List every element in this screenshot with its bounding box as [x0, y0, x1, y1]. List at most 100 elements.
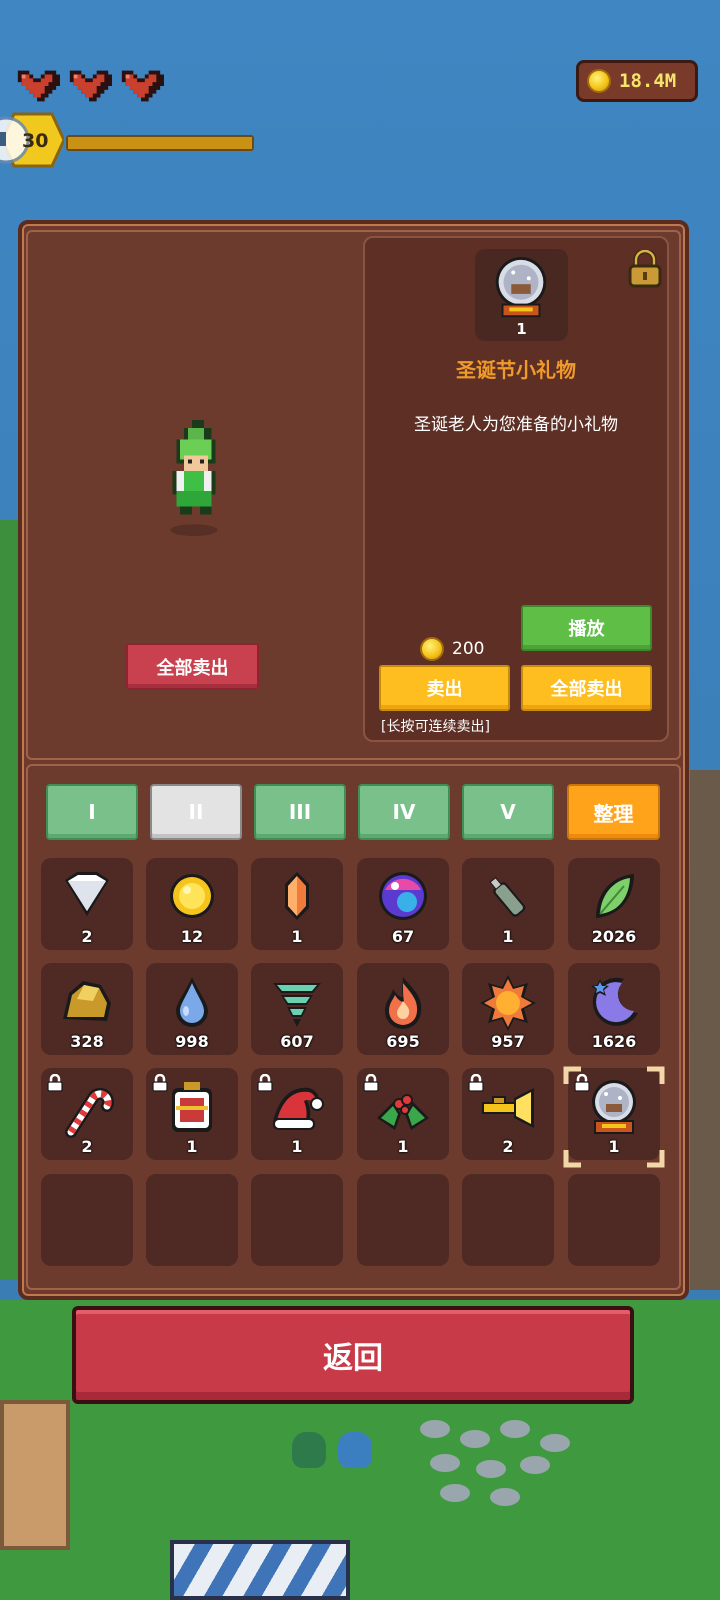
- inventory-slot[interactable]: 2: [462, 1068, 554, 1160]
- candy-cane-icon: [65, 1087, 115, 1138]
- item-count: 1626: [591, 1032, 637, 1051]
- sort-button[interactable]: 整理: [567, 784, 660, 840]
- inventory-slot[interactable]: 1: [462, 858, 554, 950]
- item-count: 1: [608, 1137, 620, 1156]
- santa-hat-icon: [273, 1087, 324, 1130]
- inventory-slot[interactable]: 12: [146, 858, 238, 950]
- heart-icon: [66, 66, 112, 106]
- water-drop-icon: [176, 977, 208, 1027]
- inventory-slot[interactable]: 695: [357, 963, 449, 1055]
- bottle-icon: [489, 877, 526, 917]
- lantern-icon: [172, 1082, 212, 1132]
- green-creature: [292, 1432, 326, 1468]
- inventory-slot[interactable]: 1: [568, 1068, 660, 1160]
- lock-icon: [363, 1074, 379, 1092]
- diamond-icon: [65, 872, 109, 916]
- empty-inventory-slot[interactable]: [462, 1174, 554, 1266]
- health-hearts: [14, 66, 164, 106]
- sell-all-button[interactable]: 全部卖出: [521, 665, 652, 711]
- building-right: [690, 770, 720, 1290]
- trumpet-icon: [482, 1088, 534, 1128]
- inventory-slot[interactable]: 1: [251, 1068, 343, 1160]
- item-count: 607: [280, 1032, 314, 1051]
- empty-inventory-slot[interactable]: [568, 1174, 660, 1266]
- inventory-slot[interactable]: 1: [251, 858, 343, 950]
- inventory-slot[interactable]: 1: [146, 1068, 238, 1160]
- moon-icon: [591, 977, 638, 1026]
- lock-icon[interactable]: [628, 250, 662, 288]
- item-count: 1: [397, 1137, 409, 1156]
- item-count: 695: [386, 1032, 420, 1051]
- inventory-slot[interactable]: 998: [146, 963, 238, 1055]
- inventory-slot[interactable]: 1626: [568, 963, 660, 1055]
- item-count: 2: [502, 1137, 514, 1156]
- tab-iii[interactable]: III: [254, 784, 346, 840]
- lock-icon: [468, 1074, 484, 1092]
- gold-ore-icon: [63, 981, 111, 1021]
- lock-icon: [257, 1074, 273, 1092]
- sell-button[interactable]: 卖出: [379, 665, 510, 711]
- empty-inventory-slot[interactable]: [357, 1174, 449, 1266]
- rainbow-orb-icon: [379, 872, 427, 920]
- inventory-slot[interactable]: 67: [357, 858, 449, 950]
- item-title: 圣诞节小礼物: [456, 358, 576, 382]
- heart-icon: [118, 66, 164, 106]
- inventory-slot[interactable]: 957: [462, 963, 554, 1055]
- gold-coin-icon: [420, 637, 444, 661]
- empty-inventory-slot[interactable]: [251, 1174, 343, 1266]
- lock-icon: [47, 1074, 63, 1092]
- dirt-path: [0, 1400, 70, 1550]
- detail-item-count: 1: [516, 320, 527, 338]
- xp-fill: [68, 137, 252, 149]
- inventory-slot[interactable]: 607: [251, 963, 343, 1055]
- sell-all-button-left[interactable]: 全部卖出: [126, 643, 259, 690]
- inventory-slot[interactable]: 1: [357, 1068, 449, 1160]
- item-count: 12: [180, 927, 204, 946]
- inventory-slot[interactable]: 2: [41, 858, 133, 950]
- item-count: 2: [81, 927, 93, 946]
- price-value: 200: [452, 639, 485, 659]
- empty-inventory-slot[interactable]: [41, 1174, 133, 1266]
- item-count: 1: [502, 927, 514, 946]
- item-count: 2: [81, 1137, 93, 1156]
- item-count: 998: [175, 1032, 209, 1051]
- tornado-icon: [273, 983, 321, 1027]
- item-price: 200: [420, 637, 484, 661]
- snow-globe-icon: [592, 1080, 636, 1134]
- gold-coin-icon: [170, 874, 214, 918]
- item-count: 1: [186, 1137, 198, 1156]
- item-description: 圣诞老人为您准备的小礼物: [414, 415, 618, 435]
- back-button[interactable]: 返回: [72, 1306, 634, 1404]
- gold-amount: 18.4M: [619, 70, 677, 92]
- sun-icon: [480, 975, 536, 1031]
- inventory-slot[interactable]: 2026: [568, 858, 660, 950]
- item-count: 67: [391, 927, 415, 946]
- holly-icon: [377, 1094, 429, 1130]
- empty-inventory-slot[interactable]: [146, 1174, 238, 1266]
- item-count: 328: [70, 1032, 104, 1051]
- tab-ii[interactable]: II: [150, 784, 242, 840]
- hold-to-sell-hint: [长按可连续卖出]: [381, 719, 490, 735]
- hero-character: [170, 420, 218, 537]
- striped-tent: [170, 1540, 350, 1600]
- gold-counter[interactable]: 18.4M: [576, 60, 698, 102]
- fire-icon: [385, 977, 422, 1029]
- gold-coin-icon: [587, 69, 611, 93]
- level-number: 30: [22, 130, 49, 152]
- leaf-icon: [596, 874, 634, 918]
- snow-globe-icon: [495, 256, 547, 318]
- blue-bird-creature: [338, 1432, 372, 1468]
- inventory-slot[interactable]: 2: [41, 1068, 133, 1160]
- lock-icon: [152, 1074, 168, 1092]
- item-count: 1: [291, 927, 303, 946]
- tab-iv[interactable]: IV: [358, 784, 450, 840]
- inventory-slot[interactable]: 328: [41, 963, 133, 1055]
- orange-crystal-icon: [285, 872, 309, 920]
- lock-icon: [574, 1074, 590, 1092]
- play-button[interactable]: 播放: [521, 605, 652, 651]
- tab-v[interactable]: V: [462, 784, 554, 840]
- item-count: 957: [491, 1032, 525, 1051]
- tab-i[interactable]: I: [46, 784, 138, 840]
- item-count: 2026: [591, 927, 637, 946]
- item-count: 1: [291, 1137, 303, 1156]
